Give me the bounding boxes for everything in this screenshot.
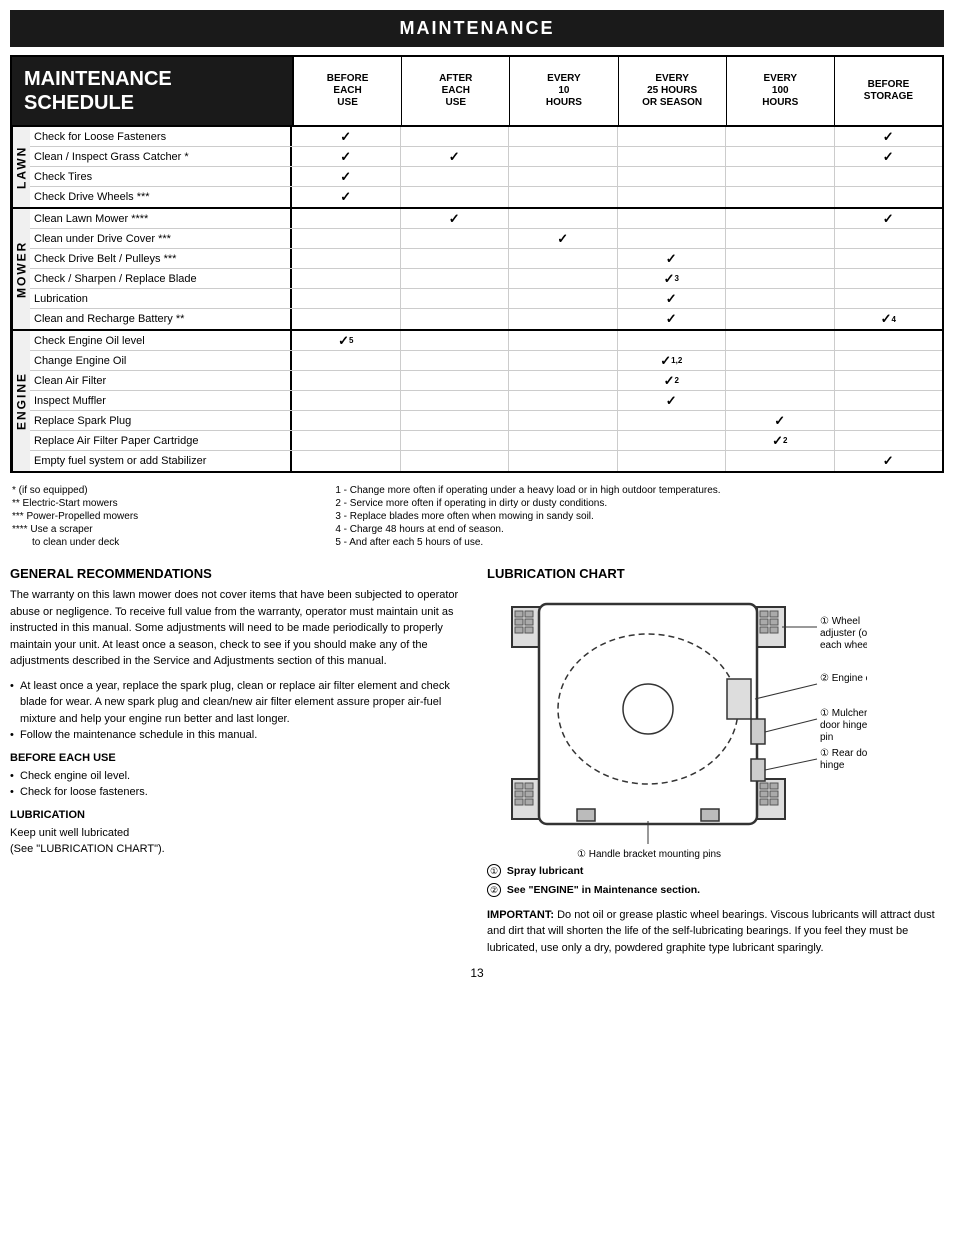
list-item: Check for loose fasteners. xyxy=(10,784,467,801)
gen-rec-bullets: At least once a year, replace the spark … xyxy=(10,678,467,744)
column-headers: BEFOREEACHUSE AFTEREACHUSE EVERY10HOURS … xyxy=(292,57,942,125)
table-row: Change Engine Oil ✓1,2 xyxy=(30,351,942,371)
col-after-each-use: AFTEREACHUSE xyxy=(402,57,510,125)
footnotes: * (if so equipped) ** Electric-Start mow… xyxy=(10,481,944,554)
list-item: ① Spray lubricant xyxy=(487,863,944,880)
section-label-mower: MOWER xyxy=(12,209,30,329)
svg-text:each wheel): each wheel) xyxy=(820,640,867,651)
before-each-use-heading: BEFORE EACH USE xyxy=(10,752,467,764)
task-label: Clean / Inspect Grass Catcher * xyxy=(30,147,292,166)
col-before-storage: BEFORESTORAGE xyxy=(835,57,942,125)
svg-text:② Engine oil: ② Engine oil xyxy=(820,673,867,684)
svg-text:① Wheel: ① Wheel xyxy=(820,616,860,627)
table-row: Replace Spark Plug ✓ xyxy=(30,411,942,431)
svg-text:adjuster (on: adjuster (on xyxy=(820,628,867,639)
table-row: Clean Air Filter ✓2 xyxy=(30,371,942,391)
cell-after-each-use xyxy=(401,127,510,146)
lubrication-diagram: ① Wheel adjuster (on each wheel) ② Engin… xyxy=(487,589,867,859)
table-row: Lubrication ✓ xyxy=(30,289,942,309)
lub-chart-heading: LUBRICATION CHART xyxy=(487,566,944,581)
table-row: Clean Lawn Mower **** ✓ ✓ xyxy=(30,209,942,229)
before-each-use-list: Check engine oil level. Check for loose … xyxy=(10,768,467,801)
list-item: ② See "ENGINE" in Maintenance section. xyxy=(487,882,944,899)
cell-every-10 xyxy=(509,127,618,146)
maintenance-schedule-table: MAINTENANCE SCHEDULE BEFOREEACHUSE AFTER… xyxy=(10,55,944,473)
table-row: Check Tires ✓ xyxy=(30,167,942,187)
section-engine: ENGINE Check Engine Oil level ✓5 xyxy=(12,331,942,471)
table-row: Clean / Inspect Grass Catcher * ✓ ✓ ✓ xyxy=(30,147,942,167)
table-row: Clean and Recharge Battery ** ✓ ✓4 xyxy=(30,309,942,329)
cell-every-100 xyxy=(726,127,835,146)
svg-text:① Rear door: ① Rear door xyxy=(820,748,867,759)
svg-text:① Handle bracket mounting pins: ① Handle bracket mounting pins xyxy=(577,849,721,859)
list-item: At least once a year, replace the spark … xyxy=(10,678,467,728)
schedule-title: MAINTENANCE SCHEDULE xyxy=(12,57,292,125)
general-recommendations: GENERAL RECOMMENDATIONS The warranty on … xyxy=(10,566,467,956)
table-row: Inspect Muffler ✓ xyxy=(30,391,942,411)
section-mower: MOWER Clean Lawn Mower **** ✓ ✓ xyxy=(12,209,942,331)
col-every-25-hours: EVERY25 HOURSOR SEASON xyxy=(619,57,727,125)
table-row: Empty fuel system or add Stabilizer ✓ xyxy=(30,451,942,471)
section-lawn: LAWN Check for Loose Fasteners ✓ ✓ xyxy=(12,127,942,209)
bottom-section: GENERAL RECOMMENDATIONS The warranty on … xyxy=(10,566,944,956)
cell-before-each-use: ✓ xyxy=(292,127,401,146)
table-row: Clean under Drive Cover *** ✓ xyxy=(30,229,942,249)
page-title: MAINTENANCE xyxy=(10,10,944,47)
cell-every-25 xyxy=(618,127,727,146)
important-notice: IMPORTANT: Do not oil or grease plastic … xyxy=(487,907,944,957)
col-every-10-hours: EVERY10HOURS xyxy=(510,57,618,125)
section-label-lawn: LAWN xyxy=(12,127,30,207)
table-row: Check Drive Wheels *** ✓ xyxy=(30,187,942,207)
list-item: Check engine oil level. xyxy=(10,768,467,785)
lubrication-heading: LUBRICATION xyxy=(10,809,467,821)
section-label-engine: ENGINE xyxy=(12,331,30,471)
list-item: Follow the maintenance schedule in this … xyxy=(10,727,467,744)
table-row: Check / Sharpen / Replace Blade ✓3 xyxy=(30,269,942,289)
svg-text:① Mulcher: ① Mulcher xyxy=(820,708,867,719)
lub-legend: ① Spray lubricant ② See "ENGINE" in Main… xyxy=(487,863,944,899)
col-every-100-hours: EVERY100HOURS xyxy=(727,57,835,125)
table-row: Check Engine Oil level ✓5 xyxy=(30,331,942,351)
page-number: 13 xyxy=(10,966,944,980)
svg-text:door hinge: door hinge xyxy=(820,720,867,731)
svg-text:hinge: hinge xyxy=(820,760,845,771)
task-label: Check Drive Wheels *** xyxy=(30,187,292,207)
col-before-each-use: BEFOREEACHUSE xyxy=(294,57,402,125)
lubrication-chart: LUBRICATION CHART xyxy=(487,566,944,956)
lubrication-body: Keep unit well lubricated(See "LUBRICATI… xyxy=(10,825,467,858)
table-row: Replace Air Filter Paper Cartridge ✓2 xyxy=(30,431,942,451)
task-label: Check Tires xyxy=(30,167,292,186)
footnotes-right: 1 - Change more often if operating under… xyxy=(335,485,942,550)
table-row: Check for Loose Fasteners ✓ ✓ xyxy=(30,127,942,147)
gen-rec-heading: GENERAL RECOMMENDATIONS xyxy=(10,566,467,581)
cell-before-storage: ✓ xyxy=(835,127,943,146)
table-row: Check Drive Belt / Pulleys *** ✓ xyxy=(30,249,942,269)
task-label: Check for Loose Fasteners xyxy=(30,127,292,146)
schedule-header: MAINTENANCE SCHEDULE BEFOREEACHUSE AFTER… xyxy=(12,57,942,127)
svg-text:pin: pin xyxy=(820,732,833,743)
footnotes-left: * (if so equipped) ** Electric-Start mow… xyxy=(12,485,315,550)
gen-rec-body: The warranty on this lawn mower does not… xyxy=(10,587,467,670)
